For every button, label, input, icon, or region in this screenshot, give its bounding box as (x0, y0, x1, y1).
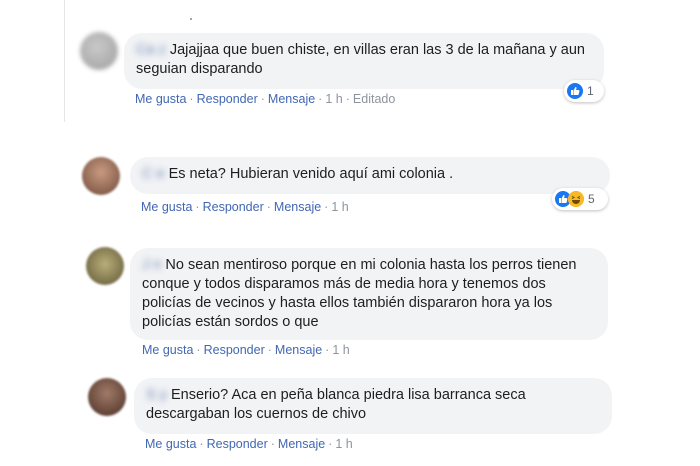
haha-icon (568, 191, 584, 207)
avatar[interactable] (86, 247, 124, 285)
timestamp[interactable]: 1 h (331, 200, 348, 214)
comment-bubble: C e Es neta? Hubieran venido aquí ami co… (130, 157, 610, 194)
like-button[interactable]: Me gusta (142, 343, 193, 357)
comment-text: No sean mentiroso porque en mi colonia h… (142, 257, 577, 330)
reaction-count: 1 (587, 84, 594, 98)
reaction-count: 5 (588, 192, 595, 206)
timestamp[interactable]: 1 h (332, 343, 349, 357)
reaction-summary[interactable]: 5 (552, 188, 608, 210)
message-button[interactable]: Mensaje (278, 437, 325, 451)
avatar[interactable] (82, 157, 120, 195)
comment-author[interactable]: Ca z (136, 42, 166, 58)
comment-author[interactable]: C e (142, 166, 165, 182)
message-button[interactable]: Mensaje (268, 92, 315, 106)
reply-button[interactable]: Responder (197, 92, 258, 106)
reaction-summary[interactable]: 1 (564, 80, 604, 102)
avatar[interactable] (80, 32, 118, 70)
timestamp[interactable]: 1 h (325, 92, 342, 106)
comment-text: Enserio? Aca en peña blanca piedra lisa … (146, 387, 526, 422)
comment-actions: Me gusta · Responder · Mensaje · 1 h (142, 343, 350, 357)
comment-author[interactable]: J n (142, 257, 161, 273)
timestamp[interactable]: 1 h (335, 437, 352, 451)
message-button[interactable]: Mensaje (274, 200, 321, 214)
like-button[interactable]: Me gusta (141, 200, 192, 214)
like-button[interactable]: Me gusta (145, 437, 196, 451)
comment-bubble: S y Enserio? Aca en peña blanca piedra l… (134, 378, 612, 434)
reply-button[interactable]: Responder (204, 343, 265, 357)
comment-bubble: Ca z Jajajjaa que buen chiste, en villas… (124, 33, 604, 89)
avatar[interactable] (88, 378, 126, 416)
comment-actions: Me gusta · Responder · Mensaje · 1 h (145, 437, 353, 451)
comment-actions: Me gusta · Responder · Mensaje · 1 h (141, 200, 349, 214)
comment-author[interactable]: S y (146, 387, 167, 403)
comment-text: Es neta? Hubieran venido aquí ami coloni… (168, 166, 454, 182)
thread-divider (64, 0, 65, 122)
reply-button[interactable]: Responder (207, 437, 268, 451)
comment-bubble: J n No sean mentiroso porque en mi colon… (130, 248, 608, 340)
like-icon (567, 83, 583, 99)
decorative-dot (190, 18, 192, 20)
comment-text: Jajajjaa que buen chiste, en villas eran… (136, 42, 585, 77)
comment-actions: Me gusta · Responder · Mensaje · 1 h · Editado (135, 92, 396, 106)
edited-label[interactable]: Editado (353, 92, 395, 106)
reply-button[interactable]: Responder (203, 200, 264, 214)
message-button[interactable]: Mensaje (275, 343, 322, 357)
like-button[interactable]: Me gusta (135, 92, 186, 106)
